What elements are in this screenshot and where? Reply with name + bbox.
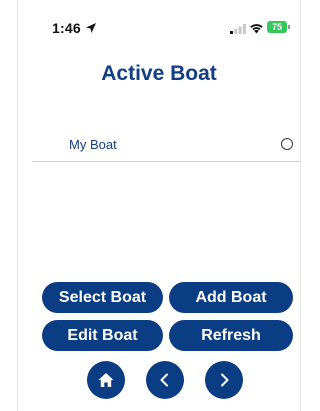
battery-level: 75 — [267, 21, 287, 33]
forward-button[interactable] — [205, 361, 243, 399]
battery-indicator: 75 — [267, 21, 290, 33]
add-boat-button[interactable]: Add Boat — [169, 282, 293, 313]
page-title: Active Boat — [101, 62, 217, 85]
boat-list-item[interactable]: My Boat — [32, 128, 300, 162]
home-button[interactable] — [87, 361, 125, 399]
boat-name: My Boat — [69, 137, 117, 152]
app-screen: 1:46 75 Active Boat My Boat Select Boat … — [17, 0, 301, 411]
home-icon — [98, 373, 114, 387]
edit-boat-button[interactable]: Edit Boat — [42, 320, 163, 351]
cellular-signal-icon — [230, 24, 246, 34]
boat-radio-button[interactable] — [281, 138, 293, 150]
status-bar: 1:46 75 — [18, 0, 300, 40]
location-arrow-icon — [86, 23, 96, 33]
status-time: 1:46 — [52, 20, 81, 36]
select-boat-button[interactable]: Select Boat — [42, 282, 163, 313]
chevron-left-icon — [160, 373, 168, 387]
back-button[interactable] — [146, 361, 184, 399]
battery-cap — [288, 25, 290, 29]
refresh-button[interactable]: Refresh — [169, 320, 293, 351]
chevron-right-icon — [221, 373, 229, 387]
wifi-icon — [250, 24, 263, 34]
